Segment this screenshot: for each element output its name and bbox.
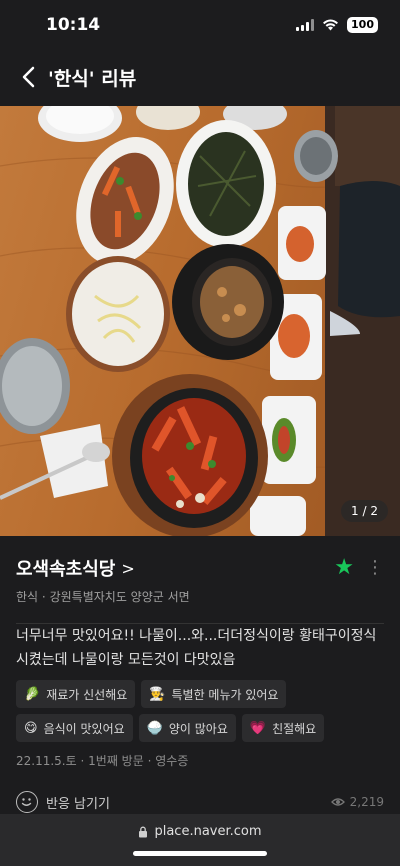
tag-label: 친절해요 bbox=[272, 721, 317, 736]
battery-icon: 100 bbox=[347, 17, 378, 33]
rice-bowl-icon: 🍚 bbox=[146, 720, 163, 736]
view-count: 2,219 bbox=[330, 795, 384, 809]
back-button[interactable] bbox=[16, 62, 40, 92]
tag-kind-service: 💗 친절해요 bbox=[241, 714, 325, 742]
yum-face-icon: 😋 bbox=[24, 720, 38, 736]
more-options-icon[interactable]: ⋮ bbox=[366, 559, 384, 577]
tag-label: 음식이 맛있어요 bbox=[43, 721, 125, 736]
eye-icon bbox=[330, 798, 345, 806]
tag-fresh-ingredients: 🥬 재료가 신선해요 bbox=[16, 680, 136, 708]
browser-url-bar[interactable]: place.naver.com bbox=[0, 814, 400, 866]
visit-date: 22.11.5.토 bbox=[16, 754, 77, 768]
status-time: 10:14 bbox=[46, 15, 101, 35]
place-actions: ★ ⋮ bbox=[334, 557, 384, 579]
page-title: '한식' 리뷰 bbox=[48, 67, 137, 90]
tag-label: 재료가 신선해요 bbox=[46, 687, 128, 702]
leafy-green-icon: 🥬 bbox=[24, 686, 41, 702]
tag-large-portion: 🍚 양이 많아요 bbox=[138, 714, 236, 742]
url-text: place.naver.com bbox=[154, 824, 262, 839]
place-name-link[interactable]: 오색속초식당 bbox=[16, 555, 115, 581]
receipt-label: 영수증 bbox=[155, 754, 189, 768]
place-category: 한식 bbox=[16, 590, 39, 604]
url-display[interactable]: place.naver.com bbox=[138, 824, 262, 839]
lock-icon bbox=[139, 826, 148, 837]
leave-reaction-button[interactable]: 반응 남기기 bbox=[46, 793, 110, 812]
status-bar: 10:14 100 bbox=[0, 0, 400, 50]
review-photo[interactable]: 1 / 2 bbox=[0, 106, 400, 536]
tag-tasty-food: 😋 음식이 맛있어요 bbox=[16, 714, 133, 742]
chevron-right-icon[interactable]: > bbox=[121, 559, 134, 578]
heart-icon: 💗 bbox=[249, 720, 267, 736]
place-info: 오색속초식당 > ★ ⋮ 한식 · 강원특별자치도 양양군 서면 bbox=[0, 540, 400, 624]
review-tags: 🥬 재료가 신선해요 👨‍🍳 특별한 메뉴가 있어요 😋 음식이 맛있어요 🍚 … bbox=[16, 680, 386, 742]
view-count-value: 2,219 bbox=[349, 795, 384, 809]
wifi-icon bbox=[323, 19, 339, 31]
chevron-left-icon bbox=[22, 66, 35, 88]
status-icons: 100 bbox=[296, 17, 378, 33]
save-star-icon[interactable]: ★ bbox=[334, 557, 354, 579]
visit-meta: 22.11.5.토 · 1번째 방문 · 영수증 bbox=[16, 754, 189, 768]
visit-count: 1번째 방문 bbox=[88, 754, 144, 768]
place-location: 강원특별자치도 양양군 서면 bbox=[49, 590, 190, 604]
reaction-row: 반응 남기기 2,219 bbox=[16, 788, 384, 816]
tag-label: 양이 많아요 bbox=[168, 721, 228, 736]
food-photo-illustration bbox=[0, 106, 400, 536]
place-meta: 한식 · 강원특별자치도 양양군 서면 bbox=[16, 588, 384, 605]
cellular-signal-icon bbox=[296, 19, 315, 31]
tag-special-menu: 👨‍🍳 특별한 메뉴가 있어요 bbox=[141, 680, 287, 708]
smile-icon[interactable] bbox=[16, 791, 38, 813]
review-text[interactable]: 너무너무 맛있어요!! 나물이...와...더더정식이랑 황태구이정식 시켰는데… bbox=[16, 624, 386, 672]
meta-separator: · bbox=[41, 590, 46, 604]
nav-bar: '한식' 리뷰 bbox=[0, 52, 400, 102]
place-row: 오색속초식당 > ★ ⋮ bbox=[16, 540, 384, 586]
tag-label: 특별한 메뉴가 있어요 bbox=[171, 687, 279, 702]
home-indicator[interactable] bbox=[133, 851, 267, 856]
chef-icon: 👨‍🍳 bbox=[149, 686, 166, 702]
photo-counter: 1 / 2 bbox=[341, 500, 388, 522]
